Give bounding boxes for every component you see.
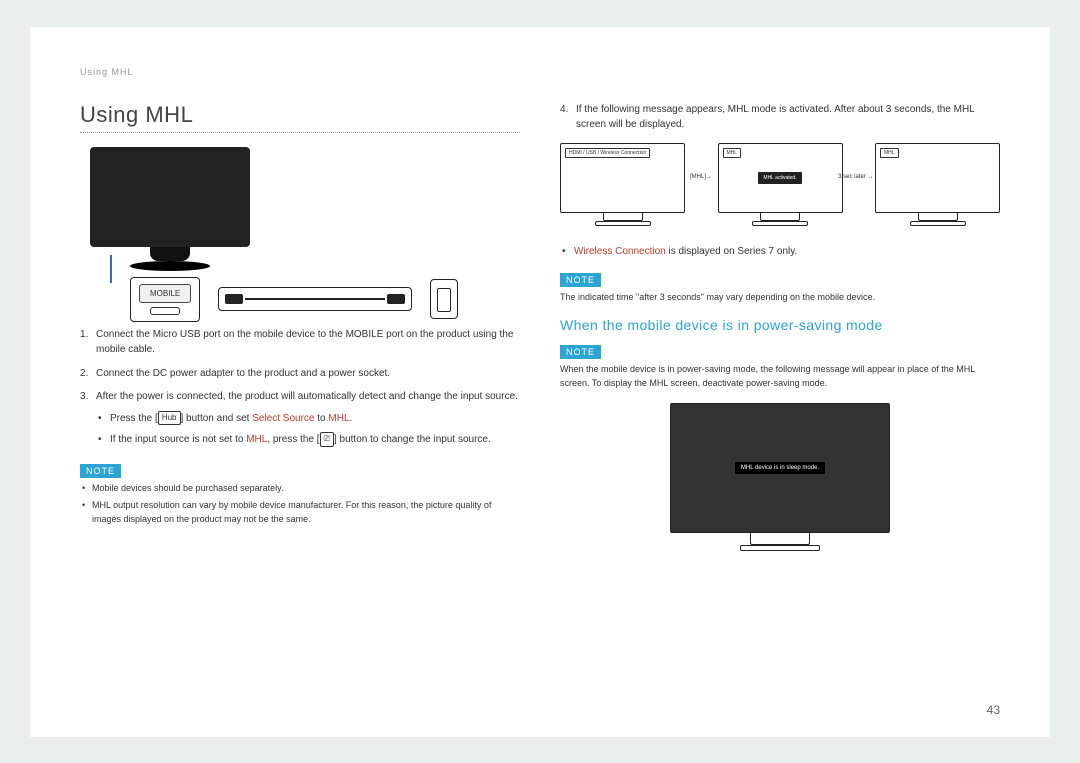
step-1: Connect the Micro USB port on the mobile…	[80, 327, 520, 358]
page: Using MHL Using MHL MOBILE	[30, 27, 1050, 737]
mon1-arrow: [MHL]→	[690, 174, 712, 180]
note-badge: NOTE	[80, 464, 121, 478]
mon3-label: MHL	[880, 148, 899, 158]
note-badge-r1: NOTE	[560, 273, 601, 287]
steps-list-left: Connect the Micro USB port on the mobile…	[80, 327, 520, 448]
step3-sub2: If the input source is not set to MHL, p…	[96, 432, 520, 448]
columns: Using MHL MOBILE	[80, 102, 1000, 551]
cable-illustration	[218, 287, 412, 311]
left-column: Using MHL MOBILE	[80, 102, 520, 551]
connection-diagram: MOBILE	[80, 147, 520, 317]
note-badge-r2: NOTE	[560, 345, 601, 359]
step-4: If the following message appears, MHL mo…	[560, 102, 1000, 133]
sleep-msg: MHL device is in sleep mode.	[735, 462, 825, 474]
step3-sub1: Press the [Hub] button and set Select So…	[96, 411, 520, 427]
note-r1-text: The indicated time "after 3 seconds" may…	[560, 291, 1000, 305]
sleep-monitor: MHL device is in sleep mode.	[670, 403, 890, 551]
phone-box	[430, 279, 458, 319]
mobile-port-label: MOBILE	[139, 284, 191, 303]
steps-list-right: If the following message appears, MHL mo…	[560, 102, 1000, 133]
note-list-left: Mobile devices should be purchased separ…	[80, 482, 520, 528]
header-path: Using MHL	[80, 67, 1000, 77]
note-r2-text: When the mobile device is in power-savin…	[560, 363, 1000, 391]
power-saving-heading: When the mobile device is in power-savin…	[560, 317, 1000, 333]
mon1-label: HDMI / USB / Wireless Connection	[565, 148, 650, 158]
cable-line	[110, 255, 112, 283]
mon2-label: MHL	[723, 148, 742, 158]
monitor-1: HDMI / USB / Wireless Connection [MHL]→	[560, 143, 685, 226]
hub-button-icon: Hub	[158, 411, 181, 425]
phone-icon	[437, 288, 451, 312]
usb-slot-icon	[150, 307, 180, 315]
monitor-2: MHL MHL activated. 3 sec later →	[718, 143, 843, 226]
note-left-1: Mobile devices should be purchased separ…	[80, 482, 520, 496]
source-button-icon: ⎚	[320, 432, 334, 446]
step-2: Connect the DC power adapter to the prod…	[80, 366, 520, 382]
page-number: 43	[987, 703, 1000, 717]
right-column: If the following message appears, MHL mo…	[560, 102, 1000, 551]
wireless-note: Wireless Connection is displayed on Seri…	[560, 244, 1000, 260]
wireless-note-list: Wireless Connection is displayed on Seri…	[560, 244, 1000, 260]
monitor-3: MHL	[875, 143, 1000, 226]
note-left-2: MHL output resolution can vary by mobile…	[80, 499, 520, 527]
mon2-arrow: 3 sec later →	[838, 174, 873, 180]
monitor-sequence: HDMI / USB / Wireless Connection [MHL]→ …	[560, 143, 1000, 226]
ports-row: MOBILE	[130, 277, 458, 322]
mobile-port-box: MOBILE	[130, 277, 200, 322]
step-3: After the power is connected, the produc…	[80, 389, 520, 448]
sleep-monitor-wrap: MHL device is in sleep mode.	[560, 403, 1000, 551]
step3-sublist: Press the [Hub] button and set Select So…	[96, 411, 520, 448]
mon2-msg: MHL activated.	[758, 172, 801, 184]
monitor-back-illustration	[90, 147, 270, 247]
page-title: Using MHL	[80, 102, 520, 133]
